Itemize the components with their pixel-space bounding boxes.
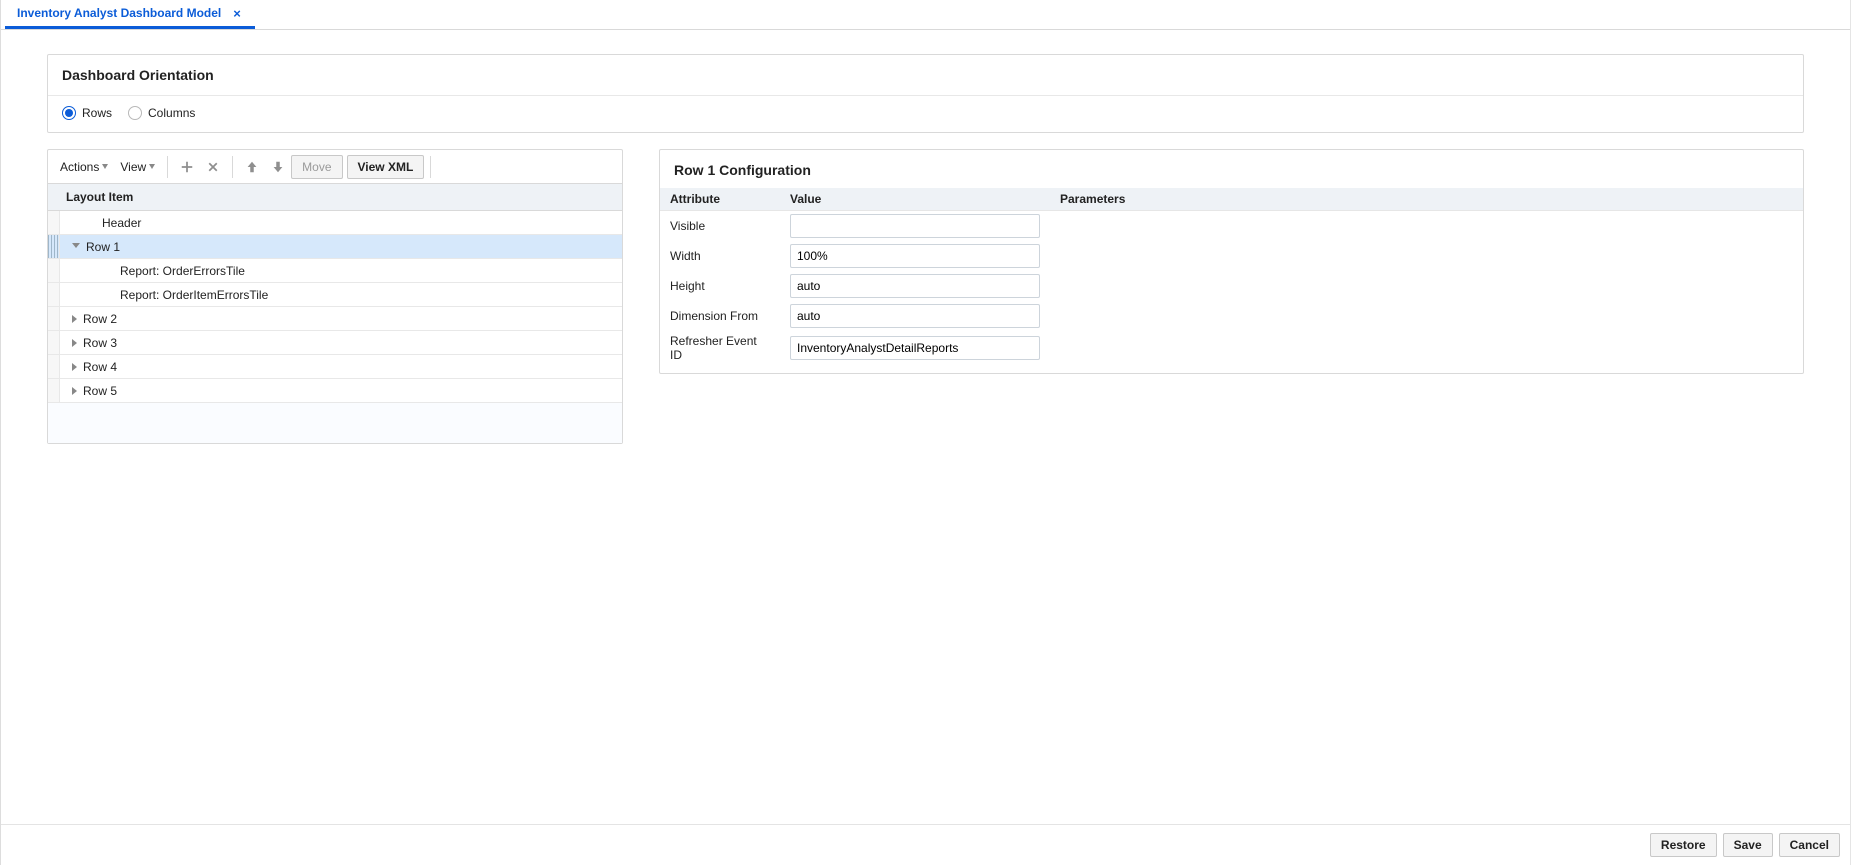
view-label: View	[120, 160, 146, 174]
orientation-title: Dashboard Orientation	[48, 55, 1803, 89]
chevron-right-icon[interactable]	[72, 339, 77, 347]
view-xml-button[interactable]: View XML	[347, 155, 425, 179]
col-attribute: Attribute	[660, 188, 780, 211]
row-handle	[48, 211, 60, 234]
config-row: Refresher Event ID	[660, 331, 1803, 365]
layout-toolbar: Actions View	[48, 150, 622, 184]
row-handle	[48, 331, 60, 354]
chevron-right-icon[interactable]	[72, 363, 77, 371]
footer-actions: Restore Save Cancel	[1, 824, 1850, 865]
row-handle	[48, 235, 60, 258]
config-row: Dimension From	[660, 301, 1803, 331]
tree-body: Header Row 1Report: OrderErrorsTile Report…	[48, 211, 622, 443]
toolbar-separator	[430, 156, 431, 178]
actions-label: Actions	[60, 160, 99, 174]
configuration-panel: Row 1 Configuration Attribute Value Para…	[659, 149, 1804, 374]
content-area: Dashboard Orientation Rows Columns Actio…	[1, 30, 1850, 824]
orientation-rows-label: Rows	[82, 106, 112, 120]
chevron-down-icon[interactable]	[72, 243, 80, 248]
tree-row[interactable]: Row 2	[48, 307, 622, 331]
config-value-input[interactable]	[790, 304, 1040, 328]
radio-dot-icon	[62, 106, 76, 120]
x-icon	[206, 160, 220, 174]
config-parameters-cell	[1050, 331, 1803, 365]
tab-dashboard-model[interactable]: Inventory Analyst Dashboard Model ×	[5, 0, 255, 29]
tree-row-label: Report: OrderErrorsTile	[120, 264, 245, 278]
move-down-button[interactable]	[265, 154, 291, 180]
tree-row[interactable]: Row 3	[48, 331, 622, 355]
arrow-down-icon	[271, 160, 285, 174]
orientation-radio-rows[interactable]: Rows	[62, 106, 112, 120]
toolbar-separator	[232, 156, 233, 178]
col-value: Value	[780, 188, 1050, 211]
cancel-button[interactable]: Cancel	[1779, 833, 1840, 857]
config-parameters-cell	[1050, 301, 1803, 331]
tree-row-label: Row 1	[86, 240, 120, 254]
tabs-bar: Inventory Analyst Dashboard Model ×	[1, 0, 1850, 30]
tree-row-label: Report: OrderItemErrorsTile	[120, 288, 268, 302]
tree-row-label: Row 4	[83, 360, 117, 374]
config-title: Row 1 Configuration	[660, 150, 1803, 188]
tree-header: Layout Item	[48, 184, 622, 211]
row-handle	[48, 379, 60, 402]
row-handle	[48, 307, 60, 330]
tree-row[interactable]: Row 1	[48, 235, 622, 259]
config-table: Attribute Value Parameters VisibleWidthH…	[660, 188, 1803, 365]
config-attr-label: Refresher Event ID	[660, 331, 780, 365]
layout-tree-panel: Actions View	[47, 149, 623, 444]
add-button[interactable]	[174, 154, 200, 180]
move-button[interactable]: Move	[291, 155, 342, 179]
row-handle	[48, 259, 60, 282]
config-attr-label: Dimension From	[660, 301, 780, 331]
delete-button[interactable]	[200, 154, 226, 180]
restore-button[interactable]: Restore	[1650, 833, 1717, 857]
config-parameters-cell	[1050, 211, 1803, 242]
config-value-input[interactable]	[790, 336, 1040, 360]
orientation-radio-group: Rows Columns	[48, 95, 1803, 132]
actions-menu[interactable]: Actions	[54, 156, 114, 178]
radio-circle-icon	[128, 106, 142, 120]
tab-label: Inventory Analyst Dashboard Model	[17, 6, 221, 20]
orientation-panel: Dashboard Orientation Rows Columns	[47, 54, 1804, 133]
chevron-down-icon	[102, 164, 108, 169]
toolbar-separator	[167, 156, 168, 178]
config-attr-label: Width	[660, 241, 780, 271]
tree-row-label: Row 2	[83, 312, 117, 326]
tree-row-label: Header	[102, 216, 141, 230]
close-icon[interactable]: ×	[231, 6, 243, 21]
config-value-input[interactable]	[790, 274, 1040, 298]
col-parameters: Parameters	[1050, 188, 1803, 211]
config-attr-label: Visible	[660, 211, 780, 242]
tree-row-label: Row 5	[83, 384, 117, 398]
chevron-right-icon[interactable]	[72, 315, 77, 323]
tree-row[interactable]: Report: OrderItemErrorsTile	[48, 283, 622, 307]
tree-row[interactable]: Header	[48, 211, 622, 235]
orientation-radio-columns[interactable]: Columns	[128, 106, 195, 120]
view-menu[interactable]: View	[114, 156, 161, 178]
config-value-input[interactable]	[790, 214, 1040, 238]
move-up-button[interactable]	[239, 154, 265, 180]
tree-row[interactable]: Report: OrderErrorsTile	[48, 259, 622, 283]
config-value-input[interactable]	[790, 244, 1040, 268]
config-row: Height	[660, 271, 1803, 301]
arrow-up-icon	[245, 160, 259, 174]
tree-row-label: Row 3	[83, 336, 117, 350]
save-button[interactable]: Save	[1723, 833, 1773, 857]
plus-icon	[180, 160, 194, 174]
row-handle	[48, 283, 60, 306]
config-row: Visible	[660, 211, 1803, 242]
config-parameters-cell	[1050, 271, 1803, 301]
tree-row[interactable]: Row 4	[48, 355, 622, 379]
orientation-columns-label: Columns	[148, 106, 195, 120]
row-handle	[48, 355, 60, 378]
chevron-down-icon	[149, 164, 155, 169]
tree-row[interactable]: Row 5	[48, 379, 622, 403]
two-column-layout: Actions View	[47, 149, 1804, 444]
config-attr-label: Height	[660, 271, 780, 301]
config-row: Width	[660, 241, 1803, 271]
config-parameters-cell	[1050, 241, 1803, 271]
chevron-right-icon[interactable]	[72, 387, 77, 395]
